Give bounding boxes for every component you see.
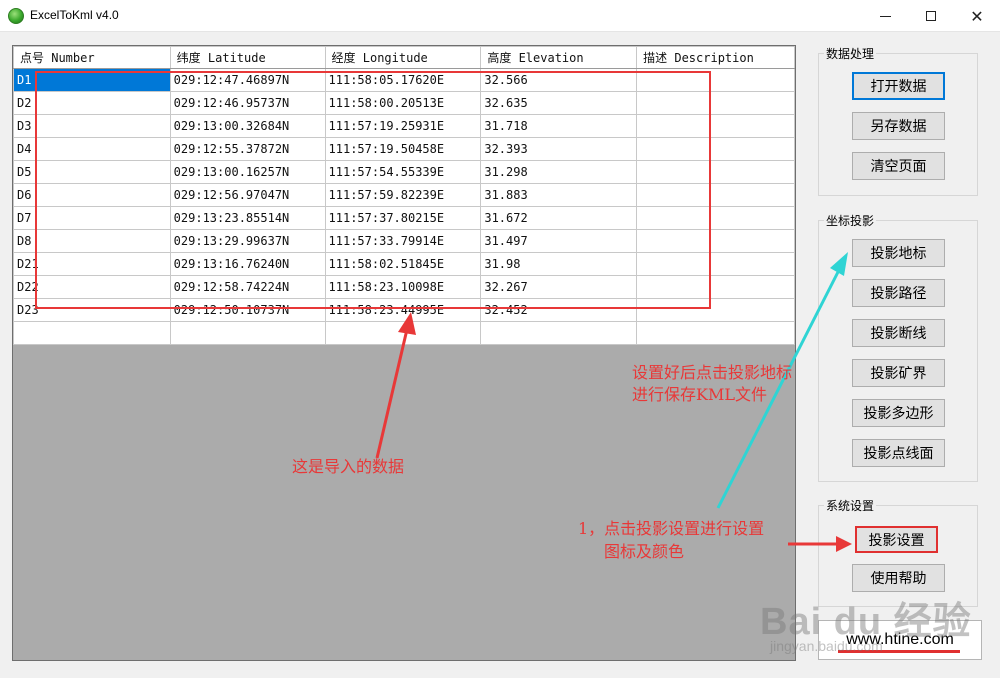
project-point-line-face-button[interactable]: 投影点线面 [852,439,945,467]
column-header-longitude[interactable]: 经度 Longitude [324,46,482,69]
column-header-number[interactable]: 点号 Number [13,46,171,69]
cell-latitude[interactable] [169,321,326,345]
cell-elevation[interactable] [480,321,638,345]
cell-number[interactable] [13,321,171,345]
maximize-icon [926,11,936,21]
open-data-button[interactable]: 打开数据 [852,72,945,100]
project-placemark-button[interactable]: 投影地标 [852,239,945,267]
project-path-button[interactable]: 投影路径 [852,279,945,307]
app-globe-icon [8,8,24,24]
minimize-icon [879,15,891,17]
project-mine-boundary-button[interactable]: 投影矿界 [852,359,945,387]
table-row[interactable] [13,321,795,345]
system-settings-title: 系统设置 [824,497,877,514]
project-broken-line-button[interactable]: 投影断线 [852,319,945,347]
baidu-watermark: Bai du 经验 [760,601,972,643]
column-header-latitude[interactable]: 纬度 Latitude [169,46,326,69]
close-icon: ✕ [970,6,984,26]
maximize-button[interactable] [908,0,954,32]
help-button[interactable]: 使用帮助 [852,564,945,592]
cell-description[interactable] [636,321,795,345]
imported-data-label: 这是导入的数据 [292,457,405,476]
save-kml-note-line1: 设置好后点击投影地标 [632,363,793,382]
header-row: 点号 Number 纬度 Latitude 经度 Longitude 高度 El… [13,46,795,69]
clear-page-button[interactable]: 清空页面 [852,152,945,180]
minimize-button[interactable] [862,0,908,32]
projection-settings-button[interactable]: 投影设置 [855,526,938,553]
step1-note-line2: 图标及颜色 [604,542,685,561]
column-header-description[interactable]: 描述 Description [636,46,795,69]
window-title: ExcelToKml v4.0 [30,8,119,22]
project-polygon-button[interactable]: 投影多边形 [852,399,945,427]
save-as-data-button[interactable]: 另存数据 [852,112,945,140]
data-processing-title: 数据处理 [824,45,877,62]
cell-longitude[interactable] [324,321,482,345]
title-bar: ExcelToKml v4.0 ✕ [0,0,1000,32]
save-kml-note-line2: 进行保存KML文件 [632,385,767,404]
close-button[interactable]: ✕ [954,0,1000,32]
baidu-watermark-url: jingyan.baidu.com [770,638,883,654]
projection-title: 坐标投影 [824,212,877,229]
imported-data-highlight [35,71,711,309]
column-header-elevation[interactable]: 高度 Elevation [480,46,638,69]
step1-note-line1: 1，点击投影设置进行设置 [578,519,765,538]
